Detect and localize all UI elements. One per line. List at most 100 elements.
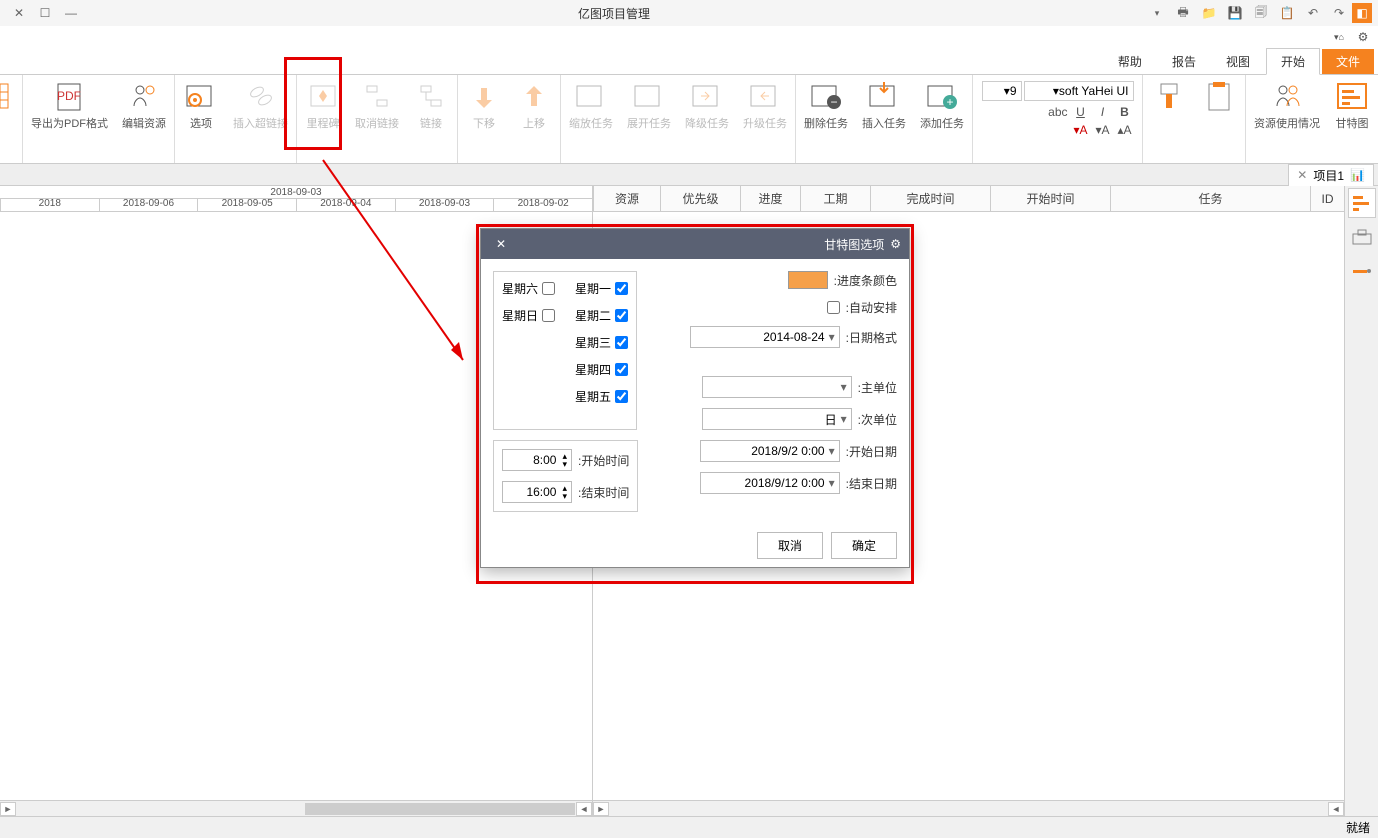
open-task-button[interactable]: 展开任务 [627, 79, 671, 131]
svg-text:−: − [830, 95, 837, 109]
underline-button[interactable]: U [1072, 105, 1090, 119]
tab-file[interactable]: 文件 [1322, 49, 1374, 74]
edit-resource-button[interactable]: 编辑资源 [122, 79, 166, 131]
svg-text:PDF: PDF [57, 89, 81, 103]
print-icon[interactable]: 🖶 [1170, 3, 1196, 23]
col-start[interactable]: 开始时间 [990, 186, 1110, 211]
gantt-button[interactable]: 甘特图 [1334, 79, 1370, 131]
font-size-select[interactable]: 9 ▾ [982, 81, 1022, 101]
titlebar: ◧ ↷ ↶ 📋 🗐 💾 📁 🖶 ▾ 亿图项目管理 — ☐ ✕ [0, 0, 1378, 26]
main-unit-select[interactable] [702, 376, 852, 398]
move-up-button[interactable]: 上移 [516, 79, 552, 131]
upgrade-button[interactable]: 升级任务 [743, 79, 787, 131]
font-color-buttons: A▴ A▾ A▾ [982, 123, 1134, 137]
tab-view[interactable]: 视图 [1212, 49, 1264, 74]
save-icon[interactable]: 💾 [1222, 3, 1248, 23]
settings-icon[interactable]: ⚙ [1354, 28, 1372, 46]
timeline-dates: 2018-09-022018-09-032018-09-04 2018-09-0… [0, 198, 592, 211]
grid-hscroll[interactable]: ◄► [593, 800, 1344, 816]
close-button[interactable]: ✕ [6, 3, 32, 23]
tab-report[interactable]: 报告 [1158, 49, 1210, 74]
chk-fri[interactable] [615, 390, 628, 403]
maximize-button[interactable]: ☐ [32, 3, 58, 23]
copy-icon[interactable]: 🗐 [1248, 3, 1274, 23]
app-title: 亿图项目管理 [84, 5, 1144, 22]
font-style-buttons: B I U abc [982, 105, 1134, 119]
export-pdf-button[interactable]: PDF导出为PDF格式 [31, 79, 108, 131]
nav-resource-icon[interactable] [1348, 256, 1376, 286]
chk-thu[interactable] [615, 363, 628, 376]
redo-icon[interactable]: ↷ [1326, 3, 1352, 23]
italic-button[interactable]: I [1094, 105, 1112, 119]
col-res[interactable]: 资源 [593, 186, 660, 211]
sub-unit-select[interactable]: 日 [702, 408, 852, 430]
dialog-icon: ⚙ [890, 237, 901, 251]
col-dur[interactable]: 工期 [800, 186, 870, 211]
ribbon: 甘特图 资源使用情况 soft YaHei UI ▾ 9 ▾ B I U abc [0, 74, 1378, 164]
col-name[interactable]: 任务 [1110, 186, 1310, 211]
downgrade-button[interactable]: 降级任务 [685, 79, 729, 131]
font-shrink-button[interactable]: A▾ [1094, 123, 1112, 137]
format-painter-button[interactable] [1151, 79, 1187, 113]
font-grow-button[interactable]: A▴ [1116, 123, 1134, 137]
add-task-button[interactable]: +添加任务 [920, 79, 964, 131]
end-time-input[interactable]: 16:00▴▾ [502, 481, 572, 503]
nav-toolbox-icon[interactable] [1348, 222, 1376, 252]
tl-hscroll[interactable]: ◄► [0, 800, 592, 816]
col-prog[interactable]: 进度 [740, 186, 800, 211]
start-time-input[interactable]: 8:00▴▾ [502, 449, 572, 471]
menubar: 文件 开始 视图 报告 帮助 [0, 48, 1378, 74]
chk-wed[interactable] [615, 336, 628, 349]
font-color-button[interactable]: A▾ [1072, 123, 1090, 137]
open-icon[interactable]: 📁 [1196, 3, 1222, 23]
auto-arrange-checkbox[interactable] [827, 301, 840, 314]
resource-usage-button[interactable]: 资源使用情况 [1254, 79, 1320, 131]
chk-sun[interactable] [542, 309, 555, 322]
milestone-button[interactable]: 里程碑 [305, 79, 341, 131]
chk-tue[interactable] [615, 309, 628, 322]
font-name-select[interactable]: soft YaHei UI ▾ [1024, 81, 1134, 101]
start-date-input[interactable]: 2018/9/2 0:00 [700, 440, 840, 462]
delete-task-button[interactable]: −删除任务 [804, 79, 848, 131]
cancel-button[interactable]: 取消 [757, 532, 823, 559]
minimize-button[interactable]: — [58, 3, 84, 23]
dialog-close-icon[interactable]: ✕ [489, 237, 513, 251]
end-date-input[interactable]: 2018/9/12 0:00 [700, 472, 840, 494]
document-tabs: 📊 项目1 ✕ [0, 164, 1378, 186]
chk-mon[interactable] [615, 282, 628, 295]
strike-button[interactable]: abc [1050, 105, 1068, 119]
nav-gantt-icon[interactable] [1348, 188, 1376, 218]
home-icon[interactable]: ⌂▾ [1330, 28, 1348, 46]
tab-help[interactable]: 帮助 [1104, 49, 1156, 74]
clipboard-button[interactable] [1201, 79, 1237, 113]
move-down-button[interactable]: 下移 [466, 79, 502, 131]
doc-tab[interactable]: 📊 项目1 ✕ [1288, 164, 1374, 186]
chk-sat[interactable] [542, 282, 555, 295]
close-task-button[interactable]: 缩放任务 [569, 79, 613, 131]
hyperlink-button[interactable]: 插入超链接 [233, 79, 288, 131]
col-pred[interactable]: 优先级 [660, 186, 740, 211]
insert-task-button[interactable]: 插入任务 [862, 79, 906, 131]
ok-button[interactable]: 确定 [831, 532, 897, 559]
doc-icon: 📊 [1350, 168, 1365, 182]
paste-icon[interactable]: 📋 [1274, 3, 1300, 23]
unlink-button[interactable]: 取消链接 [355, 79, 399, 131]
bold-button[interactable]: B [1116, 105, 1134, 119]
svg-text:+: + [946, 95, 953, 109]
undo-icon[interactable]: ↶ [1300, 3, 1326, 23]
tab-start[interactable]: 开始 [1266, 48, 1320, 75]
col-id[interactable]: ID [1310, 186, 1344, 211]
left-nav [1344, 186, 1378, 816]
weekday-group: 星期一 星期二 星期三 星期四 星期五 星期六 星期日 [493, 271, 637, 430]
table-dropdown[interactable]: ▾ [0, 79, 14, 126]
status-text: 就绪 [1346, 819, 1370, 836]
close-tab-icon[interactable]: ✕ [1297, 168, 1307, 182]
qat-more-icon[interactable]: ▾ [1144, 3, 1170, 23]
option-button[interactable]: 选项 [183, 79, 219, 131]
date-format-select[interactable]: 2014-08-24 [690, 326, 840, 348]
link-button[interactable]: 链接 [413, 79, 449, 131]
dialog-title: 甘特图选项 [824, 236, 884, 253]
app-icon: ◧ [1352, 3, 1372, 23]
col-end[interactable]: 完成时间 [870, 186, 990, 211]
bar-color-swatch[interactable] [788, 271, 828, 289]
